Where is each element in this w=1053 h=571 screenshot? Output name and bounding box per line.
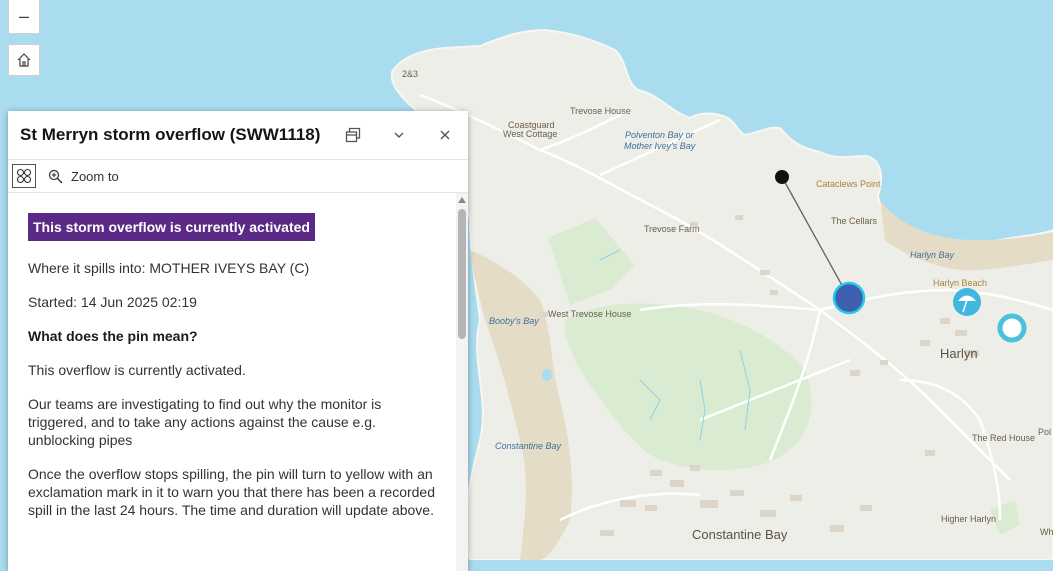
- map-label-boobys-bay: Booby's Bay: [489, 316, 539, 326]
- zoom-in-icon: [48, 169, 63, 183]
- collapse-button[interactable]: [376, 111, 422, 159]
- close-button[interactable]: [422, 111, 468, 159]
- map-label-283: 2&3: [402, 69, 418, 79]
- map-label-cataclews-point: Cataclews Point: [816, 179, 881, 189]
- popup-body: This storm overflow is currently activat…: [8, 193, 456, 571]
- map-label-constantine-bay-water: Constantine Bay: [495, 441, 562, 451]
- spills-into-text: Where it spills into: MOTHER IVEYS BAY (…: [28, 260, 310, 276]
- map-label-west-trevose-house: West Trevose House: [548, 309, 631, 319]
- zoom-to-button[interactable]: Zoom to: [48, 169, 119, 184]
- paragraph-after-spill: Once the overflow stops spilling, the pi…: [28, 466, 435, 518]
- home-button[interactable]: [8, 44, 40, 76]
- pond: [542, 369, 552, 381]
- feature-list-button[interactable]: [12, 164, 36, 188]
- pin-meaning-heading: What does the pin mean?: [28, 328, 198, 344]
- dock-button[interactable]: [330, 111, 376, 159]
- status-badge: This storm overflow is currently activat…: [28, 213, 315, 241]
- paragraph-activated: This overflow is currently activated.: [28, 362, 246, 378]
- map-label-polventon: Polventon Bay or: [625, 130, 695, 140]
- popup-title: St Merryn storm overflow (SWW1118): [20, 125, 321, 144]
- map-label-higher-harlyn: Higher Harlyn: [941, 514, 996, 524]
- map-label-wh: Wh: [1040, 527, 1053, 537]
- home-icon: [17, 53, 31, 67]
- outfall-point-marker[interactable]: [775, 170, 789, 184]
- map-label-the-cellars: The Cellars: [831, 216, 878, 226]
- paragraph-investigating: Our teams are investigating to find out …: [28, 396, 382, 448]
- storm-overflow-pin[interactable]: [832, 281, 866, 315]
- popup-header: St Merryn storm overflow (SWW1118): [8, 111, 468, 160]
- map-label-trevose-farm: Trevose Farm: [644, 224, 700, 234]
- grid-icon: [16, 168, 32, 184]
- map-label-pol: Pol: [1038, 427, 1051, 437]
- feature-popup: St Merryn storm overflow (SWW1118) Zoom …: [8, 111, 468, 571]
- popup-actions: Zoom to: [8, 160, 468, 193]
- started-text: Started: 14 Jun 2025 02:19: [28, 294, 197, 310]
- map-label-west-cottage: West Cottage: [503, 129, 557, 139]
- map-label-mother-iveys: Mother Ivey's Bay: [624, 141, 696, 151]
- close-icon: [440, 130, 450, 140]
- map-label-harlyn-bay: Harlyn Bay: [910, 250, 955, 260]
- map-label-trevose-house: Trevose House: [570, 106, 631, 116]
- map-label-the-red-house: The Red House: [972, 433, 1035, 443]
- dock-icon: [345, 127, 361, 143]
- scroll-up-arrow[interactable]: [458, 197, 466, 203]
- map-label-constantine-bay: Constantine Bay: [692, 527, 788, 542]
- beach-umbrella-icon[interactable]: [953, 288, 981, 316]
- map-label-harlyn: Harlyn: [940, 346, 978, 361]
- chevron-down-icon: [394, 132, 404, 138]
- scroll-thumb[interactable]: [458, 209, 466, 339]
- popup-scrollbar[interactable]: [456, 193, 468, 571]
- zoom-to-label: Zoom to: [71, 168, 119, 184]
- overflow-ring-marker[interactable]: [997, 313, 1027, 343]
- zoom-out-button[interactable]: –: [8, 0, 40, 34]
- map-label-harlyn-beach: Harlyn Beach: [933, 278, 987, 288]
